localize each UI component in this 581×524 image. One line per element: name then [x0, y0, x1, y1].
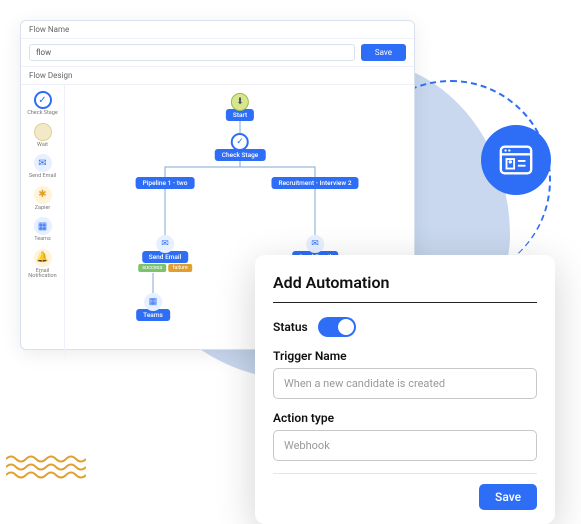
node-send-email-left[interactable]: ✉Send Emailsuccessfailure [138, 235, 192, 272]
flow-toolbox: ✓Check Stage Wait ✉Send Email ✱Zapier ▦T… [21, 85, 65, 355]
mail-icon: ✉ [156, 235, 174, 253]
automation-title: Add Automation [273, 273, 537, 303]
flow-name-label: Flow Name [21, 21, 414, 39]
flow-save-button[interactable]: Save [361, 44, 406, 61]
decorative-waves [6, 454, 86, 484]
add-automation-panel: Add Automation Status Trigger Name Actio… [255, 255, 555, 524]
trigger-name-input[interactable] [273, 368, 537, 399]
status-toggle[interactable] [318, 317, 356, 337]
tool-check-stage[interactable]: ✓Check Stage [21, 91, 64, 117]
start-icon: ⬇ [231, 93, 249, 111]
bell-icon: 🔔 [34, 249, 52, 267]
flow-name-input[interactable] [29, 44, 355, 61]
tool-send-email[interactable]: ✉Send Email [21, 154, 64, 180]
tool-wait[interactable]: Wait [21, 123, 64, 149]
app-icon-badge [481, 125, 551, 195]
flow-design-label: Flow Design [21, 67, 414, 85]
node-teams[interactable]: ▦Teams [136, 293, 170, 321]
tool-zapier[interactable]: ✱Zapier [21, 186, 64, 212]
trigger-name-label: Trigger Name [273, 349, 537, 363]
wait-icon [34, 123, 52, 141]
browser-user-icon [497, 141, 535, 179]
action-type-label: Action type [273, 411, 537, 425]
mail-icon: ✉ [306, 235, 324, 253]
node-start[interactable]: ⬇Start [226, 93, 254, 121]
mail-icon: ✉ [34, 154, 52, 172]
teams-icon: ▦ [144, 293, 162, 311]
automation-save-button[interactable]: Save [479, 484, 537, 510]
tool-email-notification[interactable]: 🔔Email Notification [21, 249, 64, 280]
node-recruitment[interactable]: Recruitment - Interview 2 [271, 177, 358, 189]
tool-teams[interactable]: ▦Teams [21, 217, 64, 243]
action-type-input[interactable] [273, 430, 537, 461]
check-stage-icon: ✓ [34, 91, 52, 109]
node-check-stage[interactable]: ✓Check Stage [215, 133, 266, 161]
zapier-icon: ✱ [34, 186, 52, 204]
node-pipeline[interactable]: Pipeline 1 - two [136, 177, 195, 189]
status-label: Status [273, 320, 308, 334]
teams-icon: ▦ [34, 217, 52, 235]
